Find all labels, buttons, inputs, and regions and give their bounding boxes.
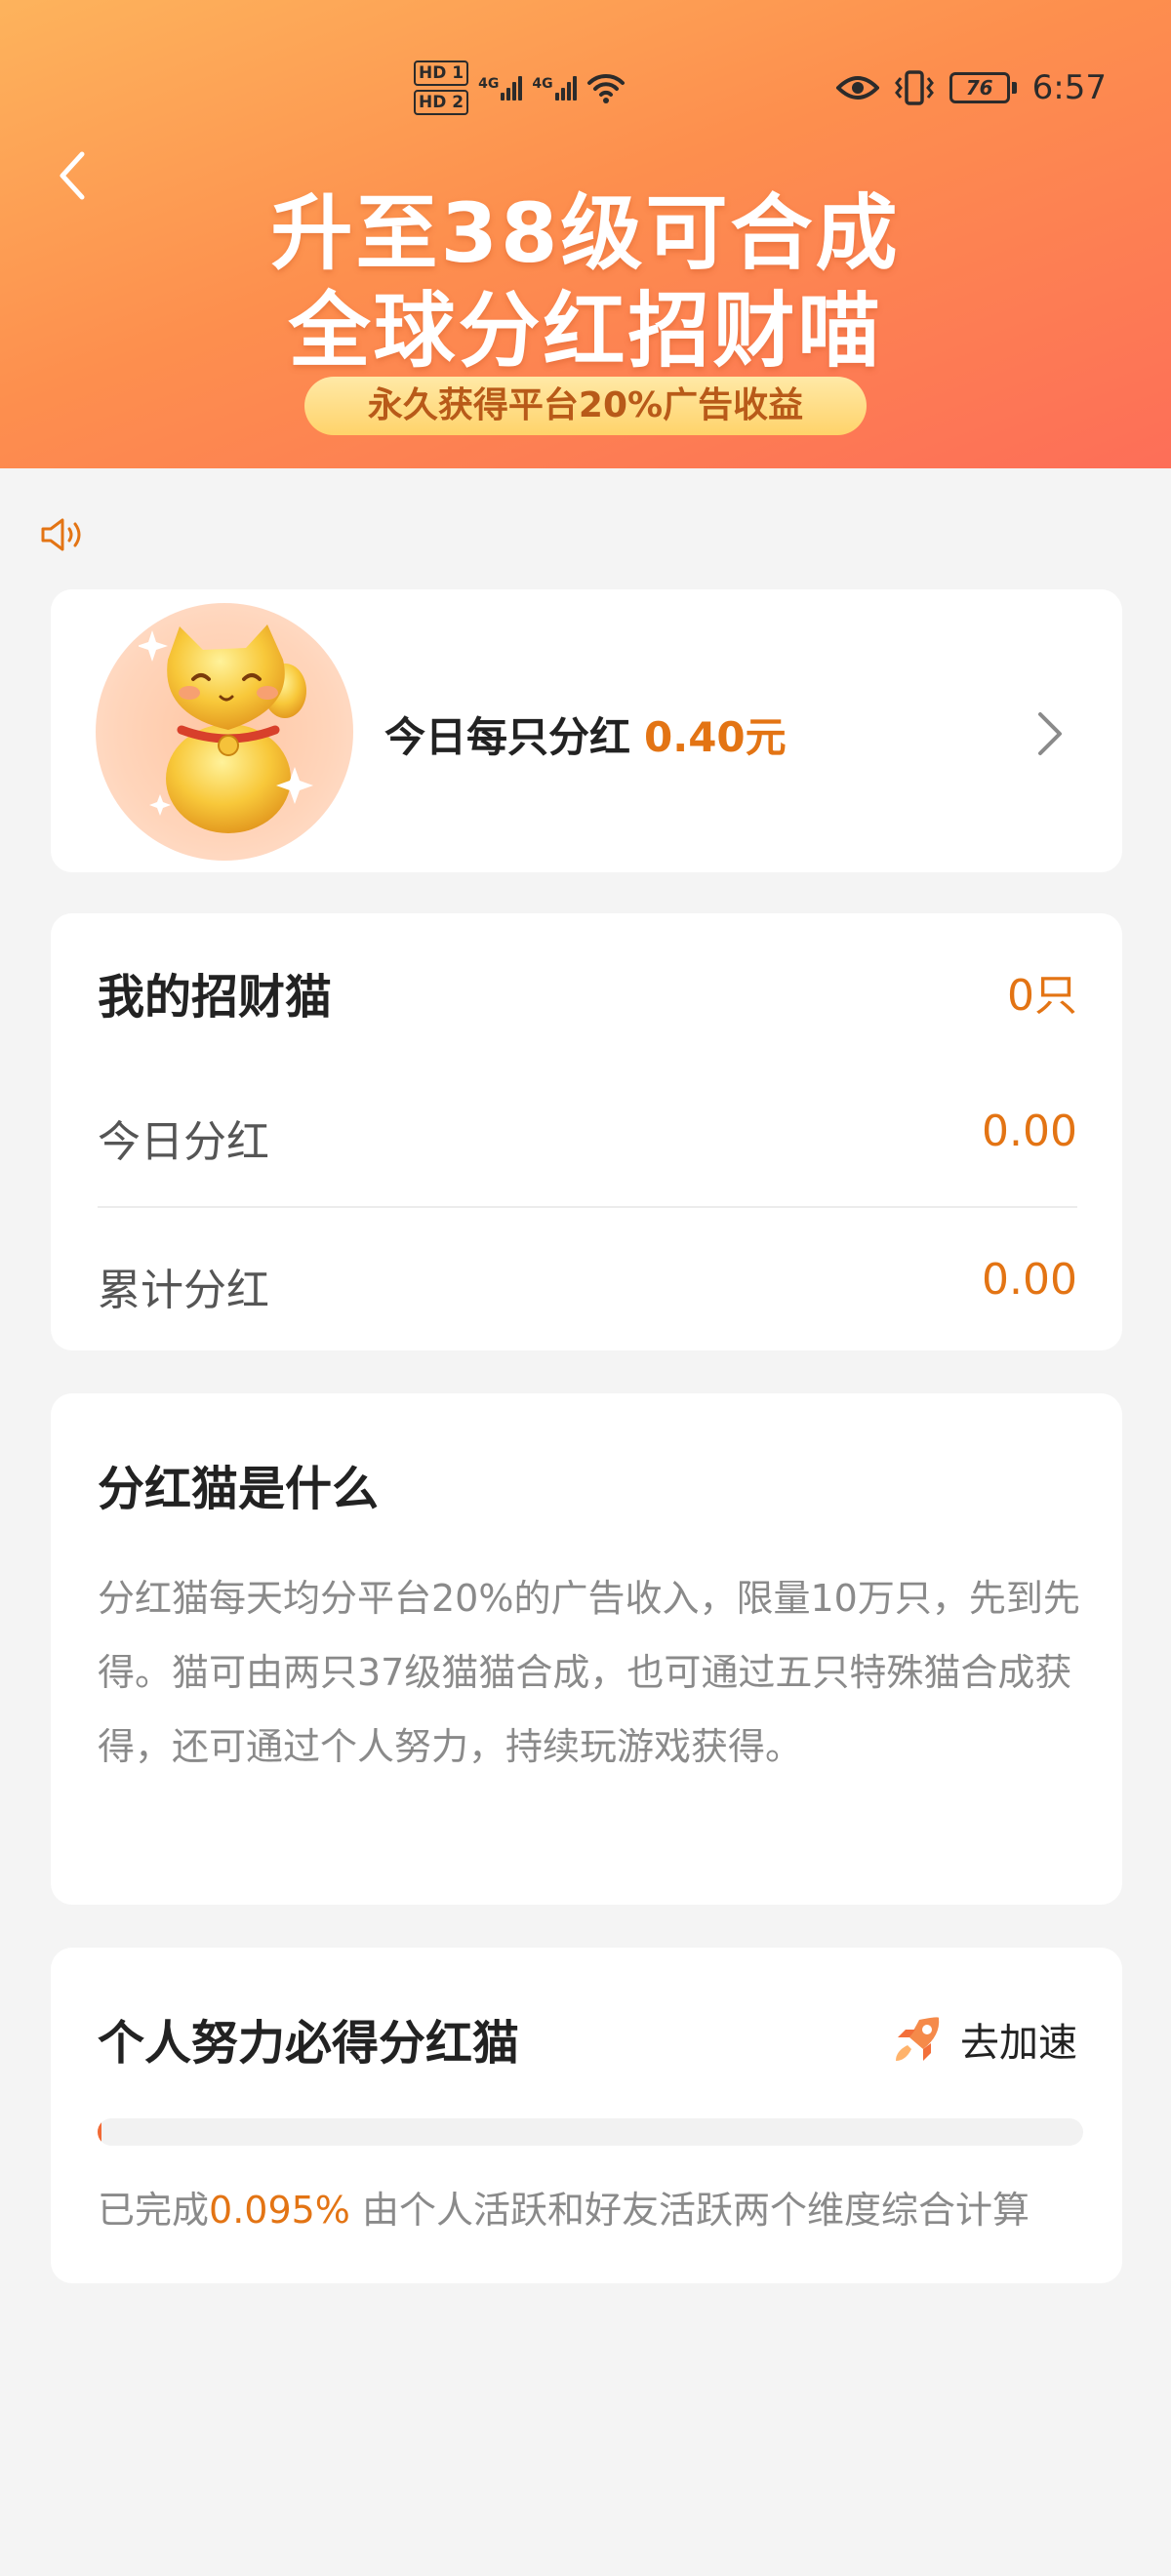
my-cats-count: 0只: [1007, 971, 1077, 1021]
eye-icon: [835, 76, 879, 100]
effort-card: 个人努力必得分红猫 去加速 已完成0.095% 由个人活跃和好友活跃两个维度综合…: [51, 1948, 1122, 2283]
effort-title: 个人努力必得分红猫: [98, 2016, 520, 2071]
sim2-indicator: HD 2: [414, 90, 469, 115]
rocket-icon: [896, 2017, 940, 2061]
my-cats-title: 我的招财猫: [98, 970, 333, 1025]
dividend-label-text: 今日每只分红: [384, 713, 631, 761]
my-cats-card: 我的招财猫 0只 今日分红 0.00 累计分红 0.00: [51, 913, 1122, 1350]
signal-icon: 4G: [532, 75, 577, 101]
promo-title-line2: 全球分红招财喵: [288, 283, 883, 379]
about-text: 分红猫每天均分平台20%的广告收入，限量10万只，先到先得。猫可由两只37级猫猫…: [98, 1577, 1080, 1768]
promo-badge: 永久获得平台20%广告收益: [304, 377, 867, 435]
chevron-right-icon: [1038, 712, 1062, 755]
lucky-cat-icon: [139, 624, 313, 833]
total-dividend-value: 0.00: [982, 1255, 1077, 1305]
progress-fill: [98, 2118, 101, 2146]
today-dividend-value: 0.00: [982, 1107, 1077, 1156]
dividend-card[interactable]: 今日每只分红 0.40元: [51, 589, 1122, 872]
progress-bar: [98, 2118, 1083, 2146]
progress-note: 已完成0.095% 由个人活跃和好友活跃两个维度综合计算: [98, 2180, 1030, 2234]
wifi-icon: [586, 73, 625, 103]
status-bar: HD 1 HD 2 4G 4G 76 6:57: [0, 59, 1171, 117]
progress-prefix: 已完成: [98, 2189, 210, 2232]
today-dividend-label: 今日分红: [98, 1117, 269, 1167]
speed-up-label: 去加速: [960, 2021, 1077, 2066]
signal-icon: 4G: [478, 75, 523, 101]
total-dividend-label: 累计分红: [98, 1266, 269, 1315]
battery-icon: 76: [949, 72, 1017, 103]
sim1-indicator: HD 1: [414, 60, 469, 86]
progress-percent: 0.095%: [209, 2189, 350, 2232]
about-card: 分红猫是什么 分红猫每天均分平台20%的广告收入，限量10万只，先到先得。猫可由…: [51, 1393, 1122, 1905]
vibrate-icon: [894, 70, 934, 105]
divider: [98, 1206, 1077, 1208]
dividend-per-cat-label: 今日每只分红 0.40元: [384, 704, 787, 764]
speed-up-button[interactable]: 去加速: [890, 2002, 1077, 2076]
header-banner: HD 1 HD 2 4G 4G 76 6:57 升至38级可合成 全球分红招财喵…: [0, 0, 1171, 468]
progress-suffix: 由个人活跃和好友活跃两个维度综合计算: [349, 2189, 1030, 2232]
clock: 6:57: [1031, 68, 1107, 107]
about-title: 分红猫是什么: [98, 1462, 380, 1516]
speaker-icon: [41, 518, 81, 551]
dividend-per-cat-value: 0.40元: [644, 713, 787, 761]
